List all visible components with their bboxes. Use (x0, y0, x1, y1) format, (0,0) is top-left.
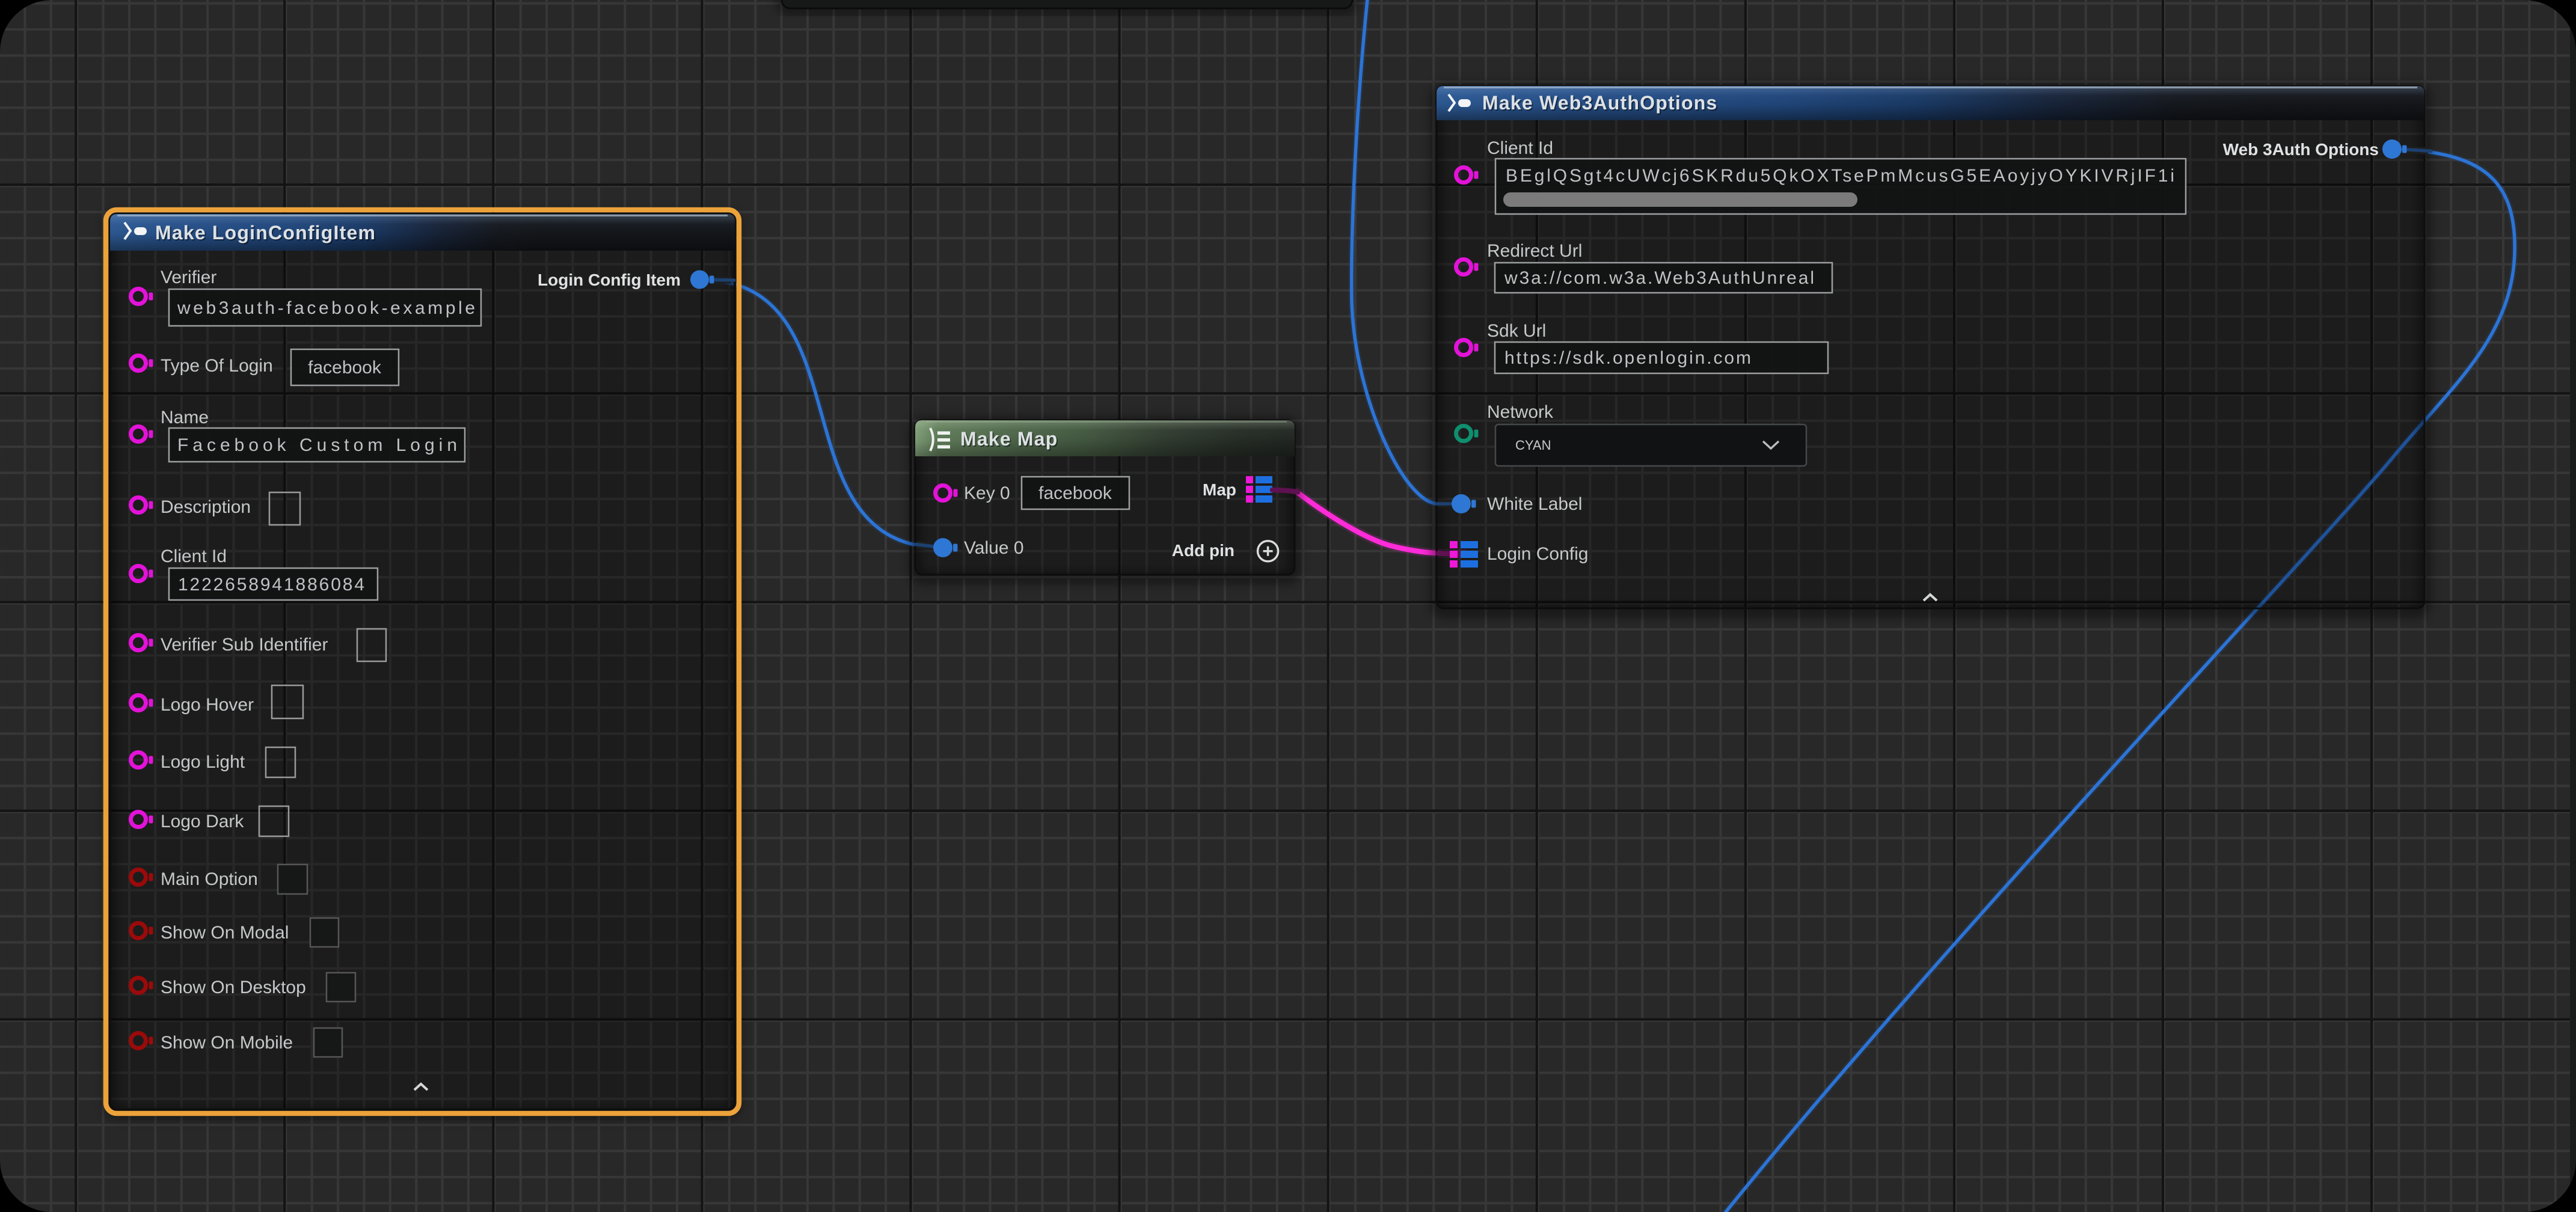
svg-text:Redirect Url: Redirect Url (1487, 241, 1582, 261)
svg-text:Show On Desktop: Show On Desktop (161, 978, 306, 997)
svg-text:Make Web3AuthOptions: Make Web3AuthOptions (1482, 92, 1717, 114)
svg-text:Verifier Sub Identifier: Verifier Sub Identifier (161, 635, 328, 655)
svg-text:Name: Name (161, 408, 209, 427)
svg-text:https://sdk.openlogin.com: https://sdk.openlogin.com (1504, 348, 1751, 368)
svg-text:facebook: facebook (1038, 483, 1112, 503)
svg-text:Make LoginConfigItem: Make LoginConfigItem (155, 222, 376, 243)
svg-text:Verifier: Verifier (161, 268, 216, 287)
svg-text:White Label: White Label (1487, 494, 1582, 514)
svg-text:facebook: facebook (308, 358, 382, 378)
svg-text:Make Map: Make Map (960, 428, 1058, 450)
svg-text:Type Of Login: Type Of Login (161, 356, 273, 376)
svg-text:Network: Network (1487, 402, 1554, 422)
svg-text:Value 0: Value 0 (964, 538, 1024, 558)
svg-text:Show On Modal: Show On Modal (161, 923, 289, 943)
svg-text:CYAN: CYAN (1515, 438, 1551, 453)
svg-text:Sdk Url: Sdk Url (1487, 321, 1546, 341)
svg-text:web3auth-facebook-example: web3auth-facebook-example (177, 298, 475, 318)
svg-text:Add pin: Add pin (1172, 541, 1234, 560)
svg-text:Main Option: Main Option (161, 869, 258, 889)
svg-text:Login Config Item: Login Config Item (538, 271, 681, 289)
svg-text:Show On Mobile: Show On Mobile (161, 1033, 293, 1053)
svg-text:Logo Dark: Logo Dark (161, 812, 244, 831)
svg-text:Web 3Auth Options: Web 3Auth Options (2223, 140, 2379, 159)
svg-text:Logo Light: Logo Light (161, 752, 245, 772)
svg-text:Logo Hover: Logo Hover (161, 695, 254, 715)
svg-text:Description: Description (161, 497, 251, 517)
svg-text:Map: Map (1203, 480, 1236, 499)
svg-text:Client Id: Client Id (161, 546, 227, 566)
svg-text:Key 0: Key 0 (964, 483, 1010, 503)
svg-text:w3a://com.w3a.Web3AuthUnreal: w3a://com.w3a.Web3AuthUnreal (1504, 268, 1814, 288)
svg-text:BEglQSgt4cUWcj6SKRdu5QkOXTsePm: BEglQSgt4cUWcj6SKRdu5QkOXTsePmMcusG5EAoy… (1506, 166, 2174, 186)
svg-text:Login Config: Login Config (1487, 544, 1588, 564)
svg-text:Client Id: Client Id (1487, 138, 1553, 158)
